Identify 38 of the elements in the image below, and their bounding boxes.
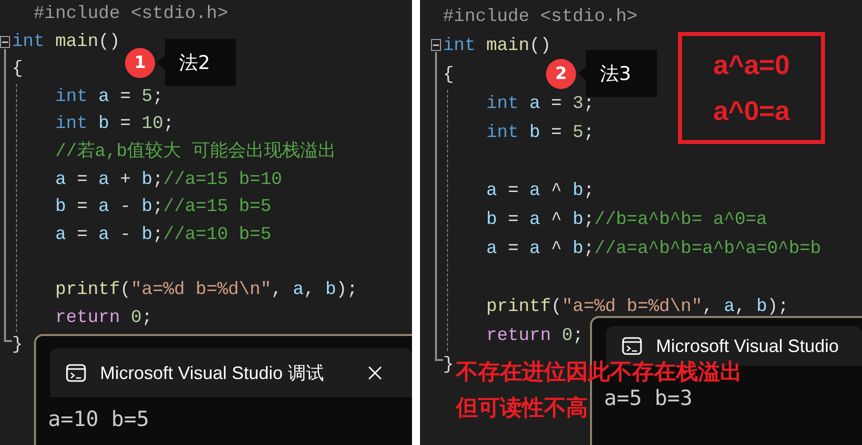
window-title: Microsoft Visual Studio xyxy=(656,336,839,356)
tooltip: 法2 xyxy=(157,39,236,86)
code-line: { xyxy=(12,58,23,82)
code-line: a = a - b;//a=10 b=5 xyxy=(54,224,272,247)
code-line: return 0; xyxy=(54,306,152,330)
code-line: int main() xyxy=(12,30,120,54)
code-line: { xyxy=(443,64,454,87)
console-output: a=10 b=5 xyxy=(48,407,150,431)
code-line: } xyxy=(12,334,23,358)
code-line: int a = 5; xyxy=(54,86,164,109)
terminal-icon xyxy=(66,364,86,382)
code-line: printf("a=%d b=%d\n", a, b); xyxy=(54,278,358,302)
code-line: int main() xyxy=(443,35,552,58)
tooltip: 法3 xyxy=(578,50,658,97)
collapse-icon[interactable] xyxy=(0,36,10,48)
code-line: //若a,b值较大 可能会出现栈溢出 xyxy=(54,140,336,164)
number-badge: 2 xyxy=(546,58,576,88)
formula-text: a^a=0 xyxy=(713,49,790,82)
code-line: int b = 5; xyxy=(485,122,594,145)
collapse-icon[interactable] xyxy=(431,39,441,51)
number-badge: 1 xyxy=(125,48,155,78)
close-icon[interactable] xyxy=(368,366,382,380)
code-line: printf("a=%d b=%d\n", a, b); xyxy=(485,296,789,319)
code-line: a = a ^ b;//a=a^b^b=a^b^a=0^b=b xyxy=(485,238,822,261)
code-line: #include <stdio.h> xyxy=(443,6,638,29)
code-line: a = a ^ b; xyxy=(485,180,594,203)
code-line: b = a ^ b;//b=a^b^b= a^0=a xyxy=(485,209,768,232)
code-line: int b = 10; xyxy=(54,113,174,136)
window-title: Microsoft Visual Studio 调试 xyxy=(100,362,325,384)
code-line: } xyxy=(443,354,454,377)
code-line: b = a - b;//a=15 b=5 xyxy=(54,196,272,220)
code-line: return 0; xyxy=(485,325,584,348)
code-line: #include <stdio.h> xyxy=(32,3,228,26)
formula-text: a^0=a xyxy=(713,95,790,128)
code-line: a = a + b;//a=15 b=10 xyxy=(54,168,282,192)
terminal-icon xyxy=(622,337,642,355)
console-output: a=5 b=3 xyxy=(604,386,693,410)
annotation-text: 但可读性不高 xyxy=(456,394,588,423)
